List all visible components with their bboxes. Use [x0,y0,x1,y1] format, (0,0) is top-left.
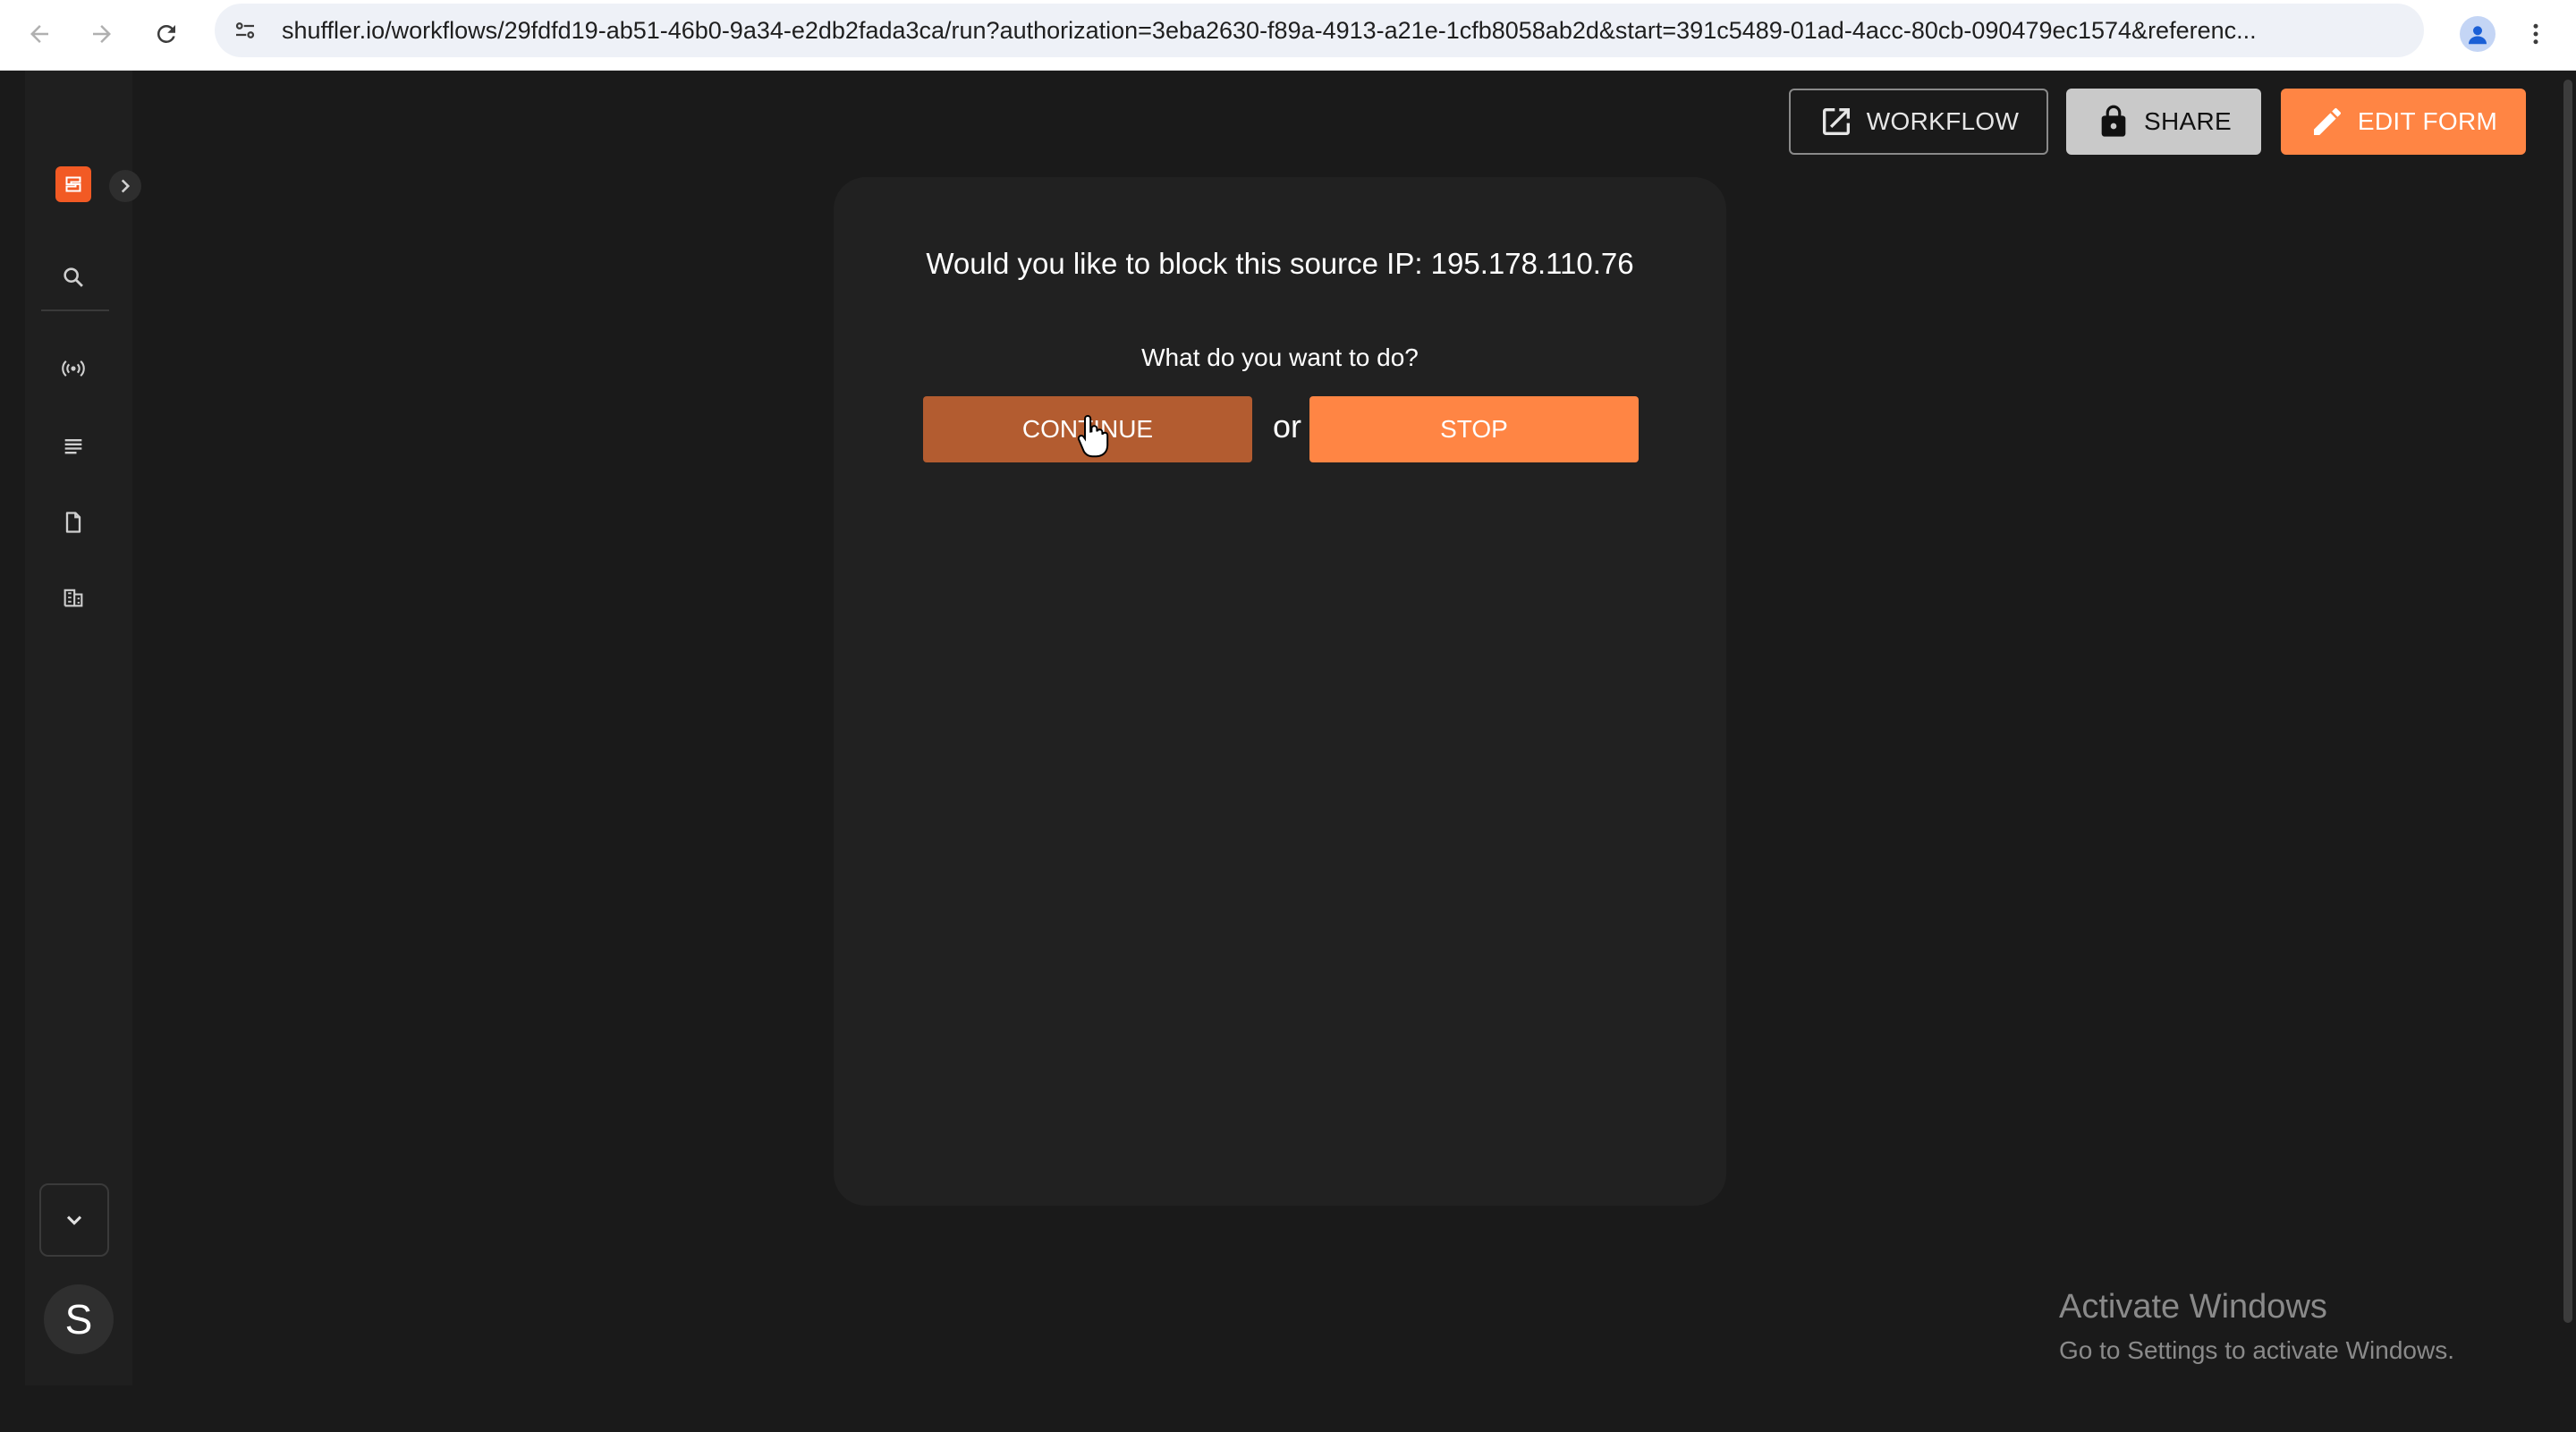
workflows-nav-button[interactable] [55,428,91,463]
share-button-label: SHARE [2144,107,2232,135]
search-nav-button[interactable] [55,259,91,295]
site-info-button[interactable] [227,13,263,48]
document-icon [65,512,81,533]
search-icon [64,267,83,287]
open-external-icon [1822,108,1850,135]
user-avatar[interactable]: S [44,1284,114,1354]
address-bar[interactable]: shuffler.io/workflows/29fdfd19-ab51-46b0… [215,4,2424,57]
prompt-text: What do you want to do? [1141,343,1419,371]
bookmark-button[interactable] [2572,4,2576,57]
chevron-down-icon [66,1216,82,1225]
workflow-button-label: WORKFLOW [1866,107,2020,135]
shuffle-logo-icon [65,176,81,192]
building-icon [64,589,83,607]
reload-icon [157,24,175,43]
back-button[interactable] [13,7,66,61]
site-info-icon [235,22,255,38]
hand-cursor-icon [1077,414,1109,458]
docs-nav-button[interactable] [55,504,91,540]
browser-toolbar: shuffler.io/workflows/29fdfd19-ab51-46b0… [0,0,2576,71]
form-card: Would you like to block this source IP: … [834,177,1726,1206]
stop-button[interactable]: STOP [1309,396,1639,462]
shuffle-logo[interactable] [55,166,91,202]
or-separator: or [1272,408,1301,445]
profile-button[interactable] [2451,7,2504,61]
sidebar-divider [41,309,109,311]
broadcast-icon [62,360,85,377]
forward-icon [93,25,111,43]
more-vert-icon [2533,23,2538,45]
pencil-icon [2313,107,2341,135]
workflow-button[interactable]: WORKFLOW [1789,89,2048,155]
forward-button[interactable] [75,7,129,61]
expand-sidebar-button[interactable] [109,170,141,202]
browser-menu-button[interactable] [2513,7,2558,61]
back-icon [30,25,48,43]
list-icon [64,439,82,454]
lock-icon [2101,105,2126,137]
triggers-nav-button[interactable] [55,351,91,386]
edit-form-button-label: EDIT FORM [2357,107,2498,135]
activate-windows-title: Activate Windows [2059,1288,2327,1326]
collapse-menu-button[interactable] [39,1183,109,1257]
chevron-right-icon [121,179,131,193]
share-button[interactable]: SHARE [2066,89,2261,155]
url-text[interactable]: shuffler.io/workflows/29fdfd19-ab51-46b0… [282,4,2321,57]
profile-icon [2469,26,2487,45]
question-text: Would you like to block this source IP: … [926,247,1634,280]
organization-nav-button[interactable] [55,580,91,615]
edit-form-button[interactable]: EDIT FORM [2281,89,2526,155]
reload-button[interactable] [140,7,193,61]
page-scrollbar[interactable] [2560,71,2576,1432]
scrollbar-thumb[interactable] [2563,80,2572,1323]
activate-windows-subtitle: Go to Settings to activate Windows. [2059,1336,2454,1364]
